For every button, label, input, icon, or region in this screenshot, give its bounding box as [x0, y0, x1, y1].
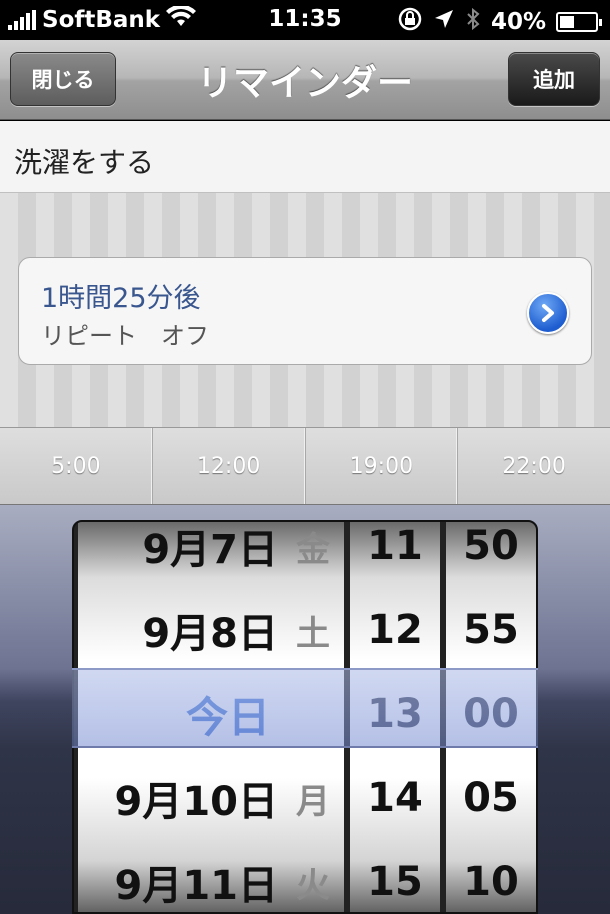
picker-selection-bar	[72, 668, 538, 748]
battery-percent: 40%	[490, 9, 546, 35]
reminder-form: 洗濯をする 1時間25分後 リピート オフ	[0, 121, 610, 427]
repeat-label: リピート オフ	[41, 322, 209, 350]
time-shortcut-item[interactable]: 19:00	[306, 428, 459, 504]
status-bar: SoftBank 11:35 40%	[0, 0, 610, 40]
alarm-cell[interactable]: 1時間25分後 リピート オフ	[18, 257, 592, 365]
bluetooth-icon	[465, 7, 481, 37]
disclosure-chevron-icon[interactable]	[527, 292, 569, 334]
picker-row[interactable]: 15	[350, 840, 440, 912]
picker-row[interactable]: 05	[446, 756, 536, 840]
picker-row[interactable]: 55	[446, 588, 536, 672]
add-button[interactable]: 追加	[508, 52, 600, 106]
close-button[interactable]: 閉じる	[10, 52, 116, 106]
picker-row[interactable]: 9月8日土	[78, 588, 344, 672]
picker-row[interactable]: 10	[446, 840, 536, 912]
picker-row[interactable]: 9月10日月	[78, 756, 344, 840]
time-shortcut-item[interactable]: 22:00	[458, 428, 610, 504]
picker-row[interactable]: 11	[350, 522, 440, 588]
rotation-lock-icon	[397, 6, 423, 38]
picker-row[interactable]: 9月7日金	[78, 522, 344, 588]
picker-row[interactable]: 9月11日火	[78, 840, 344, 912]
time-shortcut-item[interactable]: 12:00	[153, 428, 306, 504]
page-title: リマインダー	[196, 63, 413, 104]
picker-row[interactable]: 12	[350, 588, 440, 672]
picker-row[interactable]: 14	[350, 756, 440, 840]
reminder-title-field[interactable]: 洗濯をする	[0, 121, 610, 193]
navigation-bar: 閉じる リマインダー 追加	[0, 40, 610, 120]
battery-icon	[556, 12, 602, 32]
location-icon	[433, 8, 455, 36]
picker-row[interactable]: 50	[446, 522, 536, 588]
time-shortcut-item[interactable]: 5:00	[0, 428, 153, 504]
alarm-time-label: 1時間25分後	[41, 283, 201, 314]
time-shortcut-bar: 5:00 12:00 19:00 22:00	[0, 427, 610, 505]
